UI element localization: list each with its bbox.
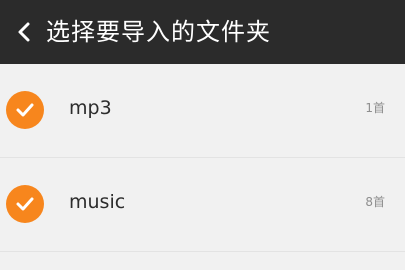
app-header: 选择要导入的文件夹 bbox=[0, 0, 405, 64]
folder-row-music[interactable]: music 8首 bbox=[0, 158, 405, 252]
folder-row-mp3[interactable]: mp3 1首 bbox=[0, 64, 405, 158]
chevron-left-icon bbox=[18, 22, 30, 42]
checkmark-icon bbox=[16, 197, 34, 211]
checked-checkbox[interactable] bbox=[6, 91, 44, 129]
folder-list: mp3 1首 music 8首 bbox=[0, 64, 405, 252]
song-count: 1首 bbox=[365, 101, 385, 115]
song-count: 8首 bbox=[365, 195, 385, 209]
folder-name: music bbox=[69, 191, 126, 213]
page-title: 选择要导入的文件夹 bbox=[46, 18, 271, 46]
import-folder-screen: 选择要导入的文件夹 mp3 1首 music 8首 bbox=[0, 0, 405, 270]
folder-name: mp3 bbox=[69, 97, 112, 119]
checked-checkbox[interactable] bbox=[6, 185, 44, 223]
checkmark-icon bbox=[16, 103, 34, 117]
back-button[interactable] bbox=[8, 12, 40, 52]
